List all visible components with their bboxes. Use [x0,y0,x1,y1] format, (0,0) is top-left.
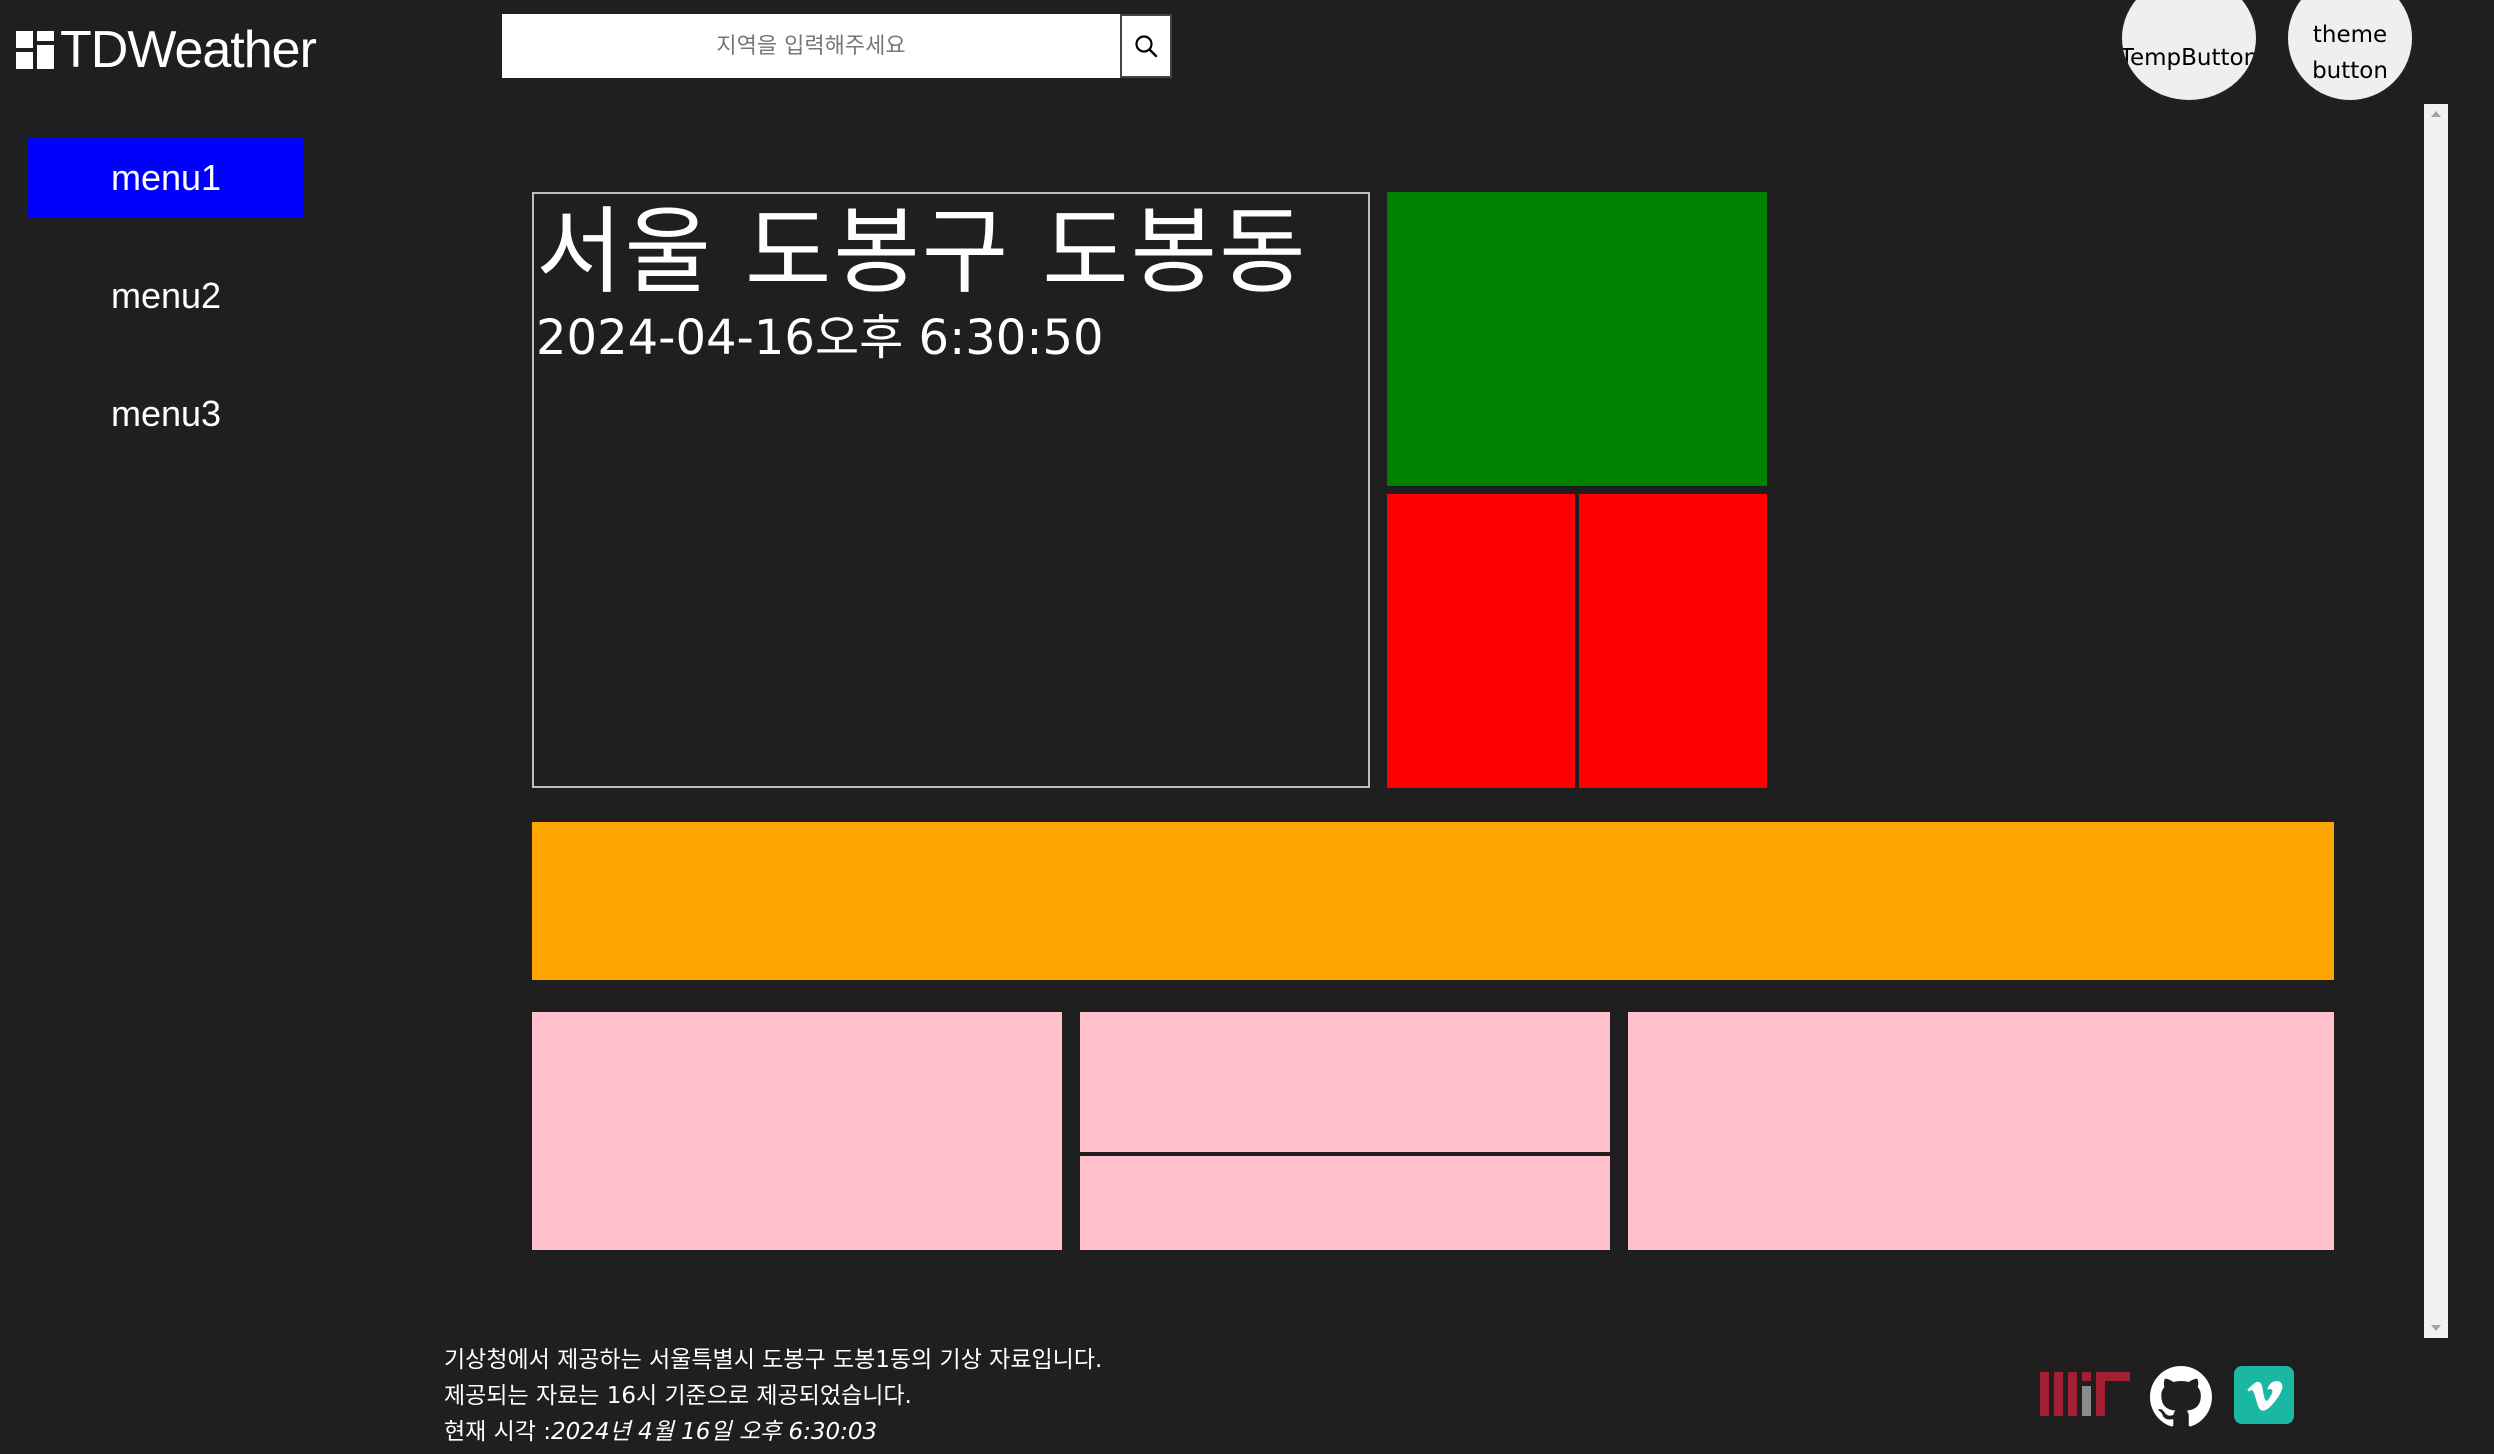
red-panel-left [1387,494,1575,788]
app-logo[interactable]: TDWeather [16,20,317,80]
vertical-scrollbar[interactable] [2424,104,2448,1338]
temp-button-label: TempButton [2120,45,2258,71]
location-datetime: 2024-04-16오후 6:30:50 [536,310,1104,366]
location-card: 서울 도봉구 도봉동 2024-04-16오후 6:30:50 [532,192,1370,788]
footer-source-line: 기상청에서 제공하는 서울특별시 도봉구 도봉1동의 기상 자료입니다. [444,1347,1103,1373]
footer-current-time-line: 현재 시각 :2024년 4월 16일 오후 6:30:03 [444,1414,1102,1450]
orange-panel [532,822,2334,980]
tile-grid-icon [16,31,54,69]
red-panel-right [1579,494,1767,788]
footer-info: 기상청에서 제공하는 서울특별시 도봉구 도봉1동의 기상 자료입니다. 제공되… [444,1342,1102,1450]
search-input[interactable] [502,14,1120,78]
github-icon[interactable] [2150,1366,2212,1428]
temp-button[interactable]: TempButton [2120,0,2258,102]
pink-panel-3 [1628,1012,2334,1250]
footer-current-time-value: 2024년 4월 16일 오후 6:30:03 [551,1419,878,1445]
app-title: TDWeather [60,21,317,79]
scroll-down-icon[interactable] [2424,1318,2448,1338]
pink-panel-2-bottom [1080,1156,1610,1250]
sidebar-item-menu3[interactable]: menu3 [28,374,304,454]
search-icon [1135,35,1158,58]
sidebar-item-label: menu2 [110,275,222,316]
sidebar-item-menu2[interactable]: menu2 [28,256,304,336]
green-panel [1387,192,1767,486]
theme-button-label: theme button [2312,22,2388,84]
mit-icon[interactable] [2040,1370,2130,1418]
sidebar-item-label: menu3 [110,393,222,434]
search-button[interactable] [1120,14,1172,78]
sidebar-item-label: menu1 [110,157,222,198]
pink-panel-2-top [1080,1012,1610,1152]
pink-panel-1 [532,1012,1062,1250]
theme-button[interactable]: theme button [2286,0,2414,102]
vimeo-icon[interactable] [2234,1366,2294,1424]
scroll-up-icon[interactable] [2424,104,2448,124]
footer-basis-line: 제공되는 자료는 16시 기준으로 제공되었습니다. [444,1383,912,1409]
footer-current-time-label: 현재 시각 : [444,1419,552,1445]
location-name: 서울 도봉구 도봉동 [536,198,1308,307]
sidebar-item-menu1[interactable]: menu1 [28,138,304,218]
